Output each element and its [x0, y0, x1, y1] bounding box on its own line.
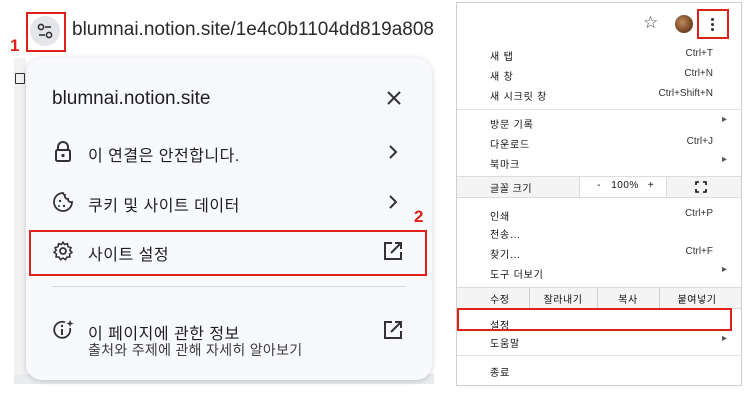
step-1-label: 1: [10, 36, 20, 55]
menu-label: 찾기...: [490, 250, 521, 261]
menu-item-new-window[interactable]: 새 창 Ctrl+N: [457, 65, 741, 83]
menu-item-incognito[interactable]: 새 시크릿 창 Ctrl+Shift+N: [457, 85, 741, 103]
site-info-popup: blumnai.notion.site 이 연결은 안전합니다. 쿠키 및 사이…: [26, 58, 432, 380]
url-text[interactable]: blumnai.notion.site/1e4c0b1104dd819a8087…: [72, 19, 434, 41]
site-info-panel: 1 blumnai.notion.site/1e4c0b1104dd819a80…: [0, 0, 437, 400]
zoom-label: 글꼴 크기: [490, 184, 533, 195]
menu-label: 다운로드: [490, 140, 530, 151]
submenu-arrow-icon: ▸: [721, 114, 727, 125]
copy-button[interactable]: 복사: [599, 291, 657, 306]
menu-item-bookmarks[interactable]: 북마크 ▸: [457, 153, 741, 171]
menu-label: 전송...: [490, 230, 521, 241]
menu-label: 새 시크릿 창: [490, 92, 548, 103]
connection-row[interactable]: 이 연결은 안전합니다.: [26, 132, 432, 172]
menu-item-print[interactable]: 인쇄 Ctrl+P: [457, 205, 741, 223]
menu-item-downloads[interactable]: 다운로드 Ctrl+J: [457, 133, 741, 151]
menu-item-find[interactable]: 찾기... Ctrl+F: [457, 243, 741, 261]
submenu-arrow-icon: ▸: [721, 154, 727, 165]
menu-item-help[interactable]: 도움말 ▸: [457, 332, 741, 350]
menu-shortcut: Ctrl+J: [686, 136, 713, 147]
divider: [659, 288, 660, 308]
menu-shortcut: Ctrl+Shift+N: [658, 88, 713, 99]
cut-button[interactable]: 잘라내기: [531, 291, 595, 306]
menu-label: 도구 더보기: [490, 270, 544, 281]
menu-shortcut: Ctrl+P: [684, 208, 713, 219]
cookies-row[interactable]: 쿠키 및 사이트 데이터: [26, 182, 432, 222]
open-in-new-icon: [384, 321, 402, 339]
menu-item-new-tab[interactable]: 새 탭 Ctrl+T: [457, 45, 741, 63]
menu-item-exit[interactable]: 종료: [457, 361, 741, 379]
chevron-right-icon: [389, 195, 398, 209]
highlight-box-step2: [29, 230, 427, 276]
menu-label: 방문 기록: [490, 120, 534, 131]
connection-label: 이 연결은 안전합니다.: [88, 148, 240, 165]
menu-item-cast[interactable]: 전송...: [457, 223, 741, 241]
menu-label: 종료: [490, 368, 510, 379]
fullscreen-icon[interactable]: [695, 181, 707, 193]
info-sparkle-icon: [53, 320, 74, 339]
menu-divider: [457, 109, 741, 110]
menu-label: 새 탭: [490, 52, 514, 63]
chevron-right-icon: [389, 145, 398, 159]
menu-label: 인쇄: [490, 212, 510, 223]
menu-item-history[interactable]: 방문 기록 ▸: [457, 113, 741, 131]
menu-label: 새 창: [490, 72, 514, 83]
zoom-controls: - 100% +: [579, 177, 667, 197]
edit-label: 수정: [490, 295, 510, 306]
highlight-box-step1: [26, 12, 66, 52]
checkbox-icon: [15, 73, 25, 84]
submenu-arrow-icon: ▸: [721, 333, 727, 344]
page-edge: [14, 58, 26, 384]
zoom-in-button[interactable]: +: [646, 180, 656, 191]
menu-shortcut: Ctrl+T: [685, 48, 714, 59]
menu-label: 북마크: [490, 160, 520, 171]
submenu-arrow-icon: ▸: [721, 264, 727, 275]
edit-row: 수정 잘라내기 복사 붙여넣기: [457, 287, 741, 309]
avatar[interactable]: [675, 15, 693, 33]
divider: [529, 288, 530, 308]
divider: [597, 288, 598, 308]
close-icon[interactable]: [384, 88, 404, 108]
popup-title: blumnai.notion.site: [52, 88, 211, 109]
divider: [52, 286, 406, 287]
menu-divider: [457, 355, 741, 356]
chrome-menu-panel: ☆ 새 탭 Ctrl+T 새 창 Ctrl+N 새 시크릿 창 Ctrl+Shi…: [456, 2, 742, 386]
about-page-subtext: 출처와 주제에 관해 자세히 알아보기: [88, 342, 303, 358]
cookies-label: 쿠키 및 사이트 데이터: [88, 198, 240, 215]
lock-icon: [55, 141, 71, 162]
bookmark-star-icon[interactable]: ☆: [643, 13, 658, 33]
highlight-box-settings: [457, 308, 732, 331]
menu-label: 도움말: [490, 339, 520, 350]
paste-button[interactable]: 붙여넣기: [661, 291, 733, 306]
step-2-label: 2: [414, 207, 424, 226]
zoom-value: 100%: [611, 180, 639, 191]
zoom-row: 글꼴 크기 - 100% +: [457, 176, 741, 198]
menu-item-more-tools[interactable]: 도구 더보기 ▸: [457, 263, 741, 281]
highlight-box-menu: [697, 9, 729, 39]
menu-shortcut: Ctrl+F: [685, 246, 714, 257]
menu-shortcut: Ctrl+N: [684, 68, 713, 79]
zoom-out-button[interactable]: -: [594, 180, 604, 191]
cookie-icon: [53, 192, 73, 212]
